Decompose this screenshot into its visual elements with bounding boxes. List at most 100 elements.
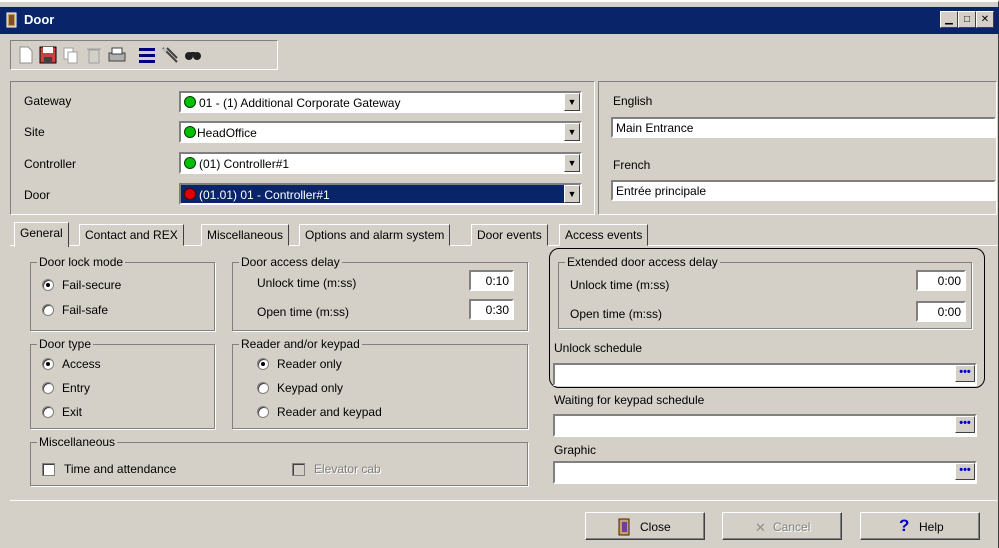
exit-radio[interactable] (42, 406, 54, 418)
door-select[interactable]: (01.01) 01 - Controller#1 ▼ (179, 183, 582, 205)
english-name-value: Main Entrance (616, 121, 694, 135)
controller-label: Controller (24, 157, 77, 171)
door-type-group: Door type (30, 337, 215, 429)
gateway-value: 01 - (1) Additional Corporate Gateway (199, 96, 401, 110)
save-icon[interactable] (37, 44, 59, 66)
french-name-input[interactable]: Entrée principale (611, 180, 996, 201)
french-name-value: Entrée principale (616, 184, 707, 198)
new-icon[interactable] (14, 44, 36, 66)
print-icon[interactable] (106, 44, 128, 66)
tab-label: Access events (565, 228, 643, 242)
door-label: Door (24, 188, 51, 202)
time-attendance-checkbox[interactable] (42, 463, 55, 476)
ext-open-time-input[interactable]: 0:00 (916, 301, 966, 322)
ext-unlock-time-value: 0:00 (937, 274, 961, 288)
list-icon[interactable] (136, 44, 158, 66)
cancel-button[interactable]: ✕ Cancel (722, 512, 842, 540)
elevator-cab-checkbox[interactable] (292, 463, 305, 476)
unlock-time-input[interactable]: 0:10 (469, 270, 514, 291)
tab-label: General (20, 226, 63, 240)
tab-miscellaneous[interactable]: Miscellaneous (201, 224, 290, 246)
site-select[interactable]: HeadOffice ▼ (179, 121, 582, 143)
gateway-label: Gateway (24, 94, 72, 108)
graphic-field[interactable]: ••• (553, 461, 977, 484)
ext-unlock-time-label: Unlock time (m:ss) (570, 278, 670, 292)
tab-label: Contact and REX (85, 228, 178, 242)
site-label: Site (24, 125, 45, 139)
open-time-input[interactable]: 0:30 (469, 299, 514, 320)
reader-and-keypad-radio[interactable] (257, 406, 269, 418)
access-label: Access (62, 357, 101, 371)
keypad-only-radio[interactable] (257, 382, 269, 394)
maximize-button[interactable]: □ (958, 11, 976, 28)
close-label: Close (640, 520, 671, 534)
more-icon[interactable]: ••• (955, 365, 975, 382)
door-icon (618, 518, 632, 536)
english-label: English (613, 94, 653, 108)
graphic-label: Graphic (554, 443, 597, 457)
cancel-label: Cancel (773, 520, 811, 534)
group-caption: Extended door access delay (565, 255, 720, 269)
entry-radio[interactable] (42, 382, 54, 394)
chevron-down-icon[interactable]: ▼ (564, 93, 580, 111)
controller-select[interactable]: (01) Controller#1 ▼ (179, 152, 582, 174)
tab-options-alarm[interactable]: Options and alarm system (299, 224, 451, 246)
window-title: Door (24, 12, 55, 27)
ext-unlock-time-input[interactable]: 0:00 (916, 270, 966, 291)
title-bar: Door ▁ □ ✕ (0, 7, 999, 34)
keypad-schedule-label: Waiting for keypad schedule (554, 393, 705, 407)
group-caption: Reader and/or keypad (239, 337, 362, 351)
access-radio[interactable] (42, 358, 54, 370)
tab-label: Miscellaneous (207, 228, 284, 242)
site-value: HeadOffice (197, 126, 257, 140)
reader-only-radio[interactable] (257, 358, 269, 370)
close-window-button[interactable]: ✕ (976, 11, 994, 28)
open-time-label: Open time (m:ss) (257, 305, 350, 319)
tab-door-events[interactable]: Door events (471, 224, 548, 246)
keypad-only-label: Keypad only (277, 381, 344, 395)
link-icon[interactable] (159, 44, 181, 66)
reader-and-keypad-label: Reader and keypad (277, 405, 382, 419)
keypad-schedule-field[interactable]: ••• (553, 414, 977, 437)
status-dot-icon (184, 188, 196, 200)
tab-general[interactable]: General (14, 222, 69, 247)
unlock-schedule-field[interactable]: ••• (553, 363, 977, 386)
more-icon[interactable]: ••• (955, 463, 975, 480)
exit-label: Exit (62, 405, 83, 419)
minimize-button[interactable]: ▁ (940, 11, 958, 28)
status-dot-icon (184, 157, 196, 169)
cancel-icon: ✕ (755, 520, 766, 535)
fail-safe-label: Fail-safe (62, 303, 109, 317)
tab-access-events[interactable]: Access events (559, 224, 649, 246)
help-icon: ? (899, 516, 910, 535)
help-button[interactable]: ? Help (860, 512, 980, 540)
group-caption: Door lock mode (37, 255, 126, 269)
delete-icon[interactable] (83, 44, 105, 66)
chevron-down-icon[interactable]: ▼ (564, 185, 580, 203)
group-caption: Door type (37, 337, 94, 351)
tab-label: Options and alarm system (305, 228, 445, 242)
entry-label: Entry (62, 381, 91, 395)
french-label: French (613, 158, 651, 172)
tab-contact-rex[interactable]: Contact and REX (79, 224, 184, 246)
open-time-value: 0:30 (485, 303, 509, 317)
chevron-down-icon[interactable]: ▼ (564, 123, 580, 141)
close-button[interactable]: Close (585, 512, 705, 540)
status-dot-icon (184, 126, 196, 138)
ext-open-time-label: Open time (m:ss) (570, 307, 663, 321)
gateway-select[interactable]: 01 - (1) Additional Corporate Gateway ▼ (179, 91, 582, 113)
chevron-down-icon[interactable]: ▼ (564, 154, 580, 172)
english-name-input[interactable]: Main Entrance (611, 117, 996, 138)
copy-icon[interactable] (60, 44, 82, 66)
door-value: (01.01) 01 - Controller#1 (199, 188, 330, 202)
status-dot-icon (184, 96, 196, 108)
group-caption: Miscellaneous (37, 435, 118, 449)
help-label: Help (919, 520, 944, 534)
controller-value: (01) Controller#1 (199, 157, 290, 171)
more-icon[interactable]: ••• (955, 416, 975, 433)
tab-label: Door events (477, 228, 542, 242)
fail-secure-radio[interactable] (42, 279, 54, 291)
search-icon[interactable] (182, 44, 204, 66)
fail-safe-radio[interactable] (42, 304, 54, 316)
unlock-time-label: Unlock time (m:ss) (257, 276, 357, 290)
